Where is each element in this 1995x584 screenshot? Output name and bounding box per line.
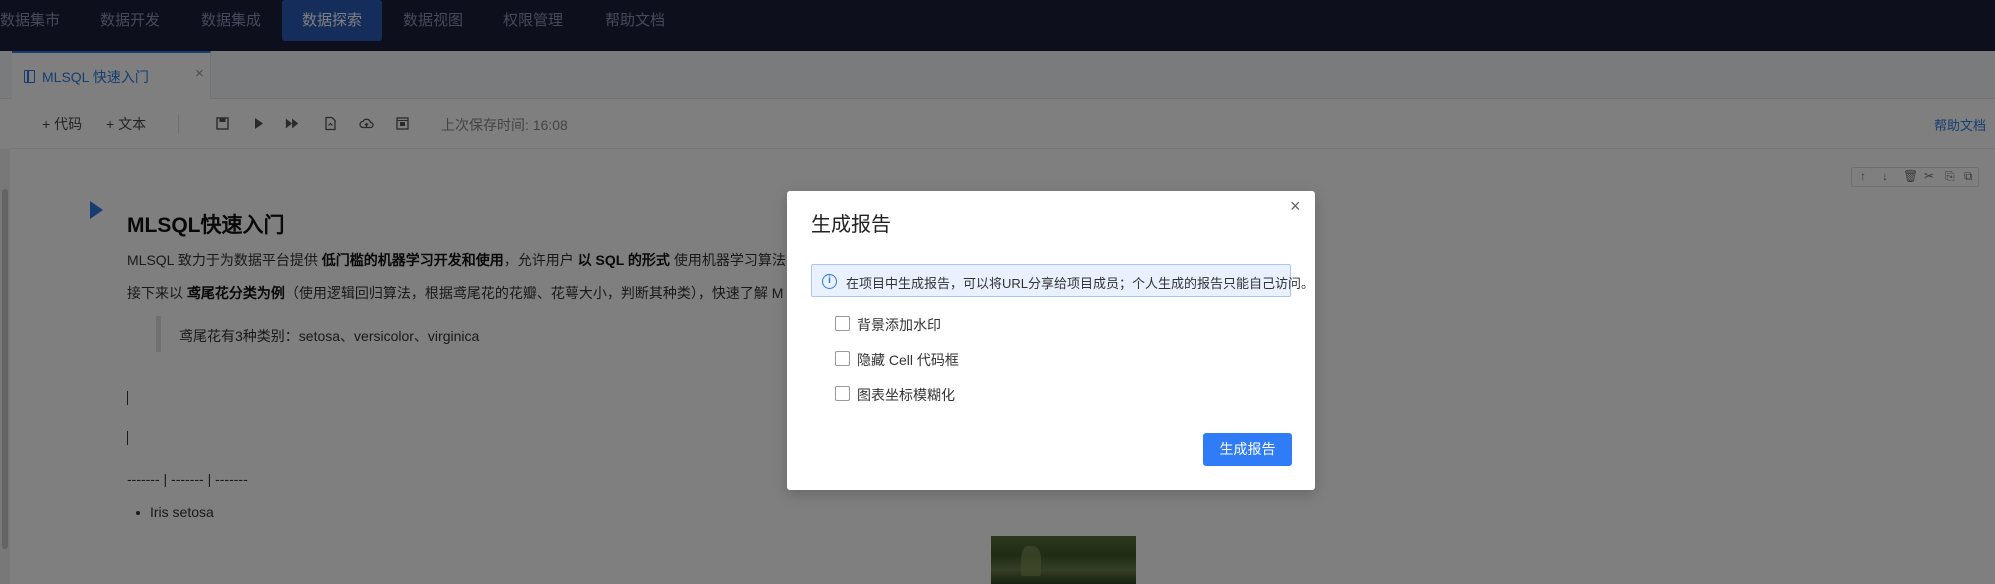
- hide-code-label: 隐藏 Cell 代码框: [857, 352, 959, 368]
- dialog-title: 生成报告: [811, 214, 891, 236]
- blur-axis-label: 图表坐标模糊化: [857, 387, 955, 403]
- generate-report-button[interactable]: 生成报告: [1203, 433, 1292, 466]
- info-alert: i 在项目中生成报告，可以将URL分享给项目成员；个人生成的报告只能自己访问。: [811, 264, 1314, 297]
- info-icon: i: [822, 274, 837, 289]
- info-text: 在项目中生成报告，可以将URL分享给项目成员；个人生成的报告只能自己访问。: [846, 276, 1315, 291]
- hide-code-checkbox[interactable]: [835, 351, 850, 366]
- watermark-checkbox[interactable]: [835, 316, 850, 331]
- close-icon[interactable]: ×: [1290, 196, 1301, 217]
- watermark-label: 背景添加水印: [857, 317, 941, 333]
- blur-axis-checkbox[interactable]: [835, 386, 850, 401]
- generate-report-dialog: 生成报告 × i 在项目中生成报告，可以将URL分享给项目成员；个人生成的报告只…: [787, 191, 1315, 490]
